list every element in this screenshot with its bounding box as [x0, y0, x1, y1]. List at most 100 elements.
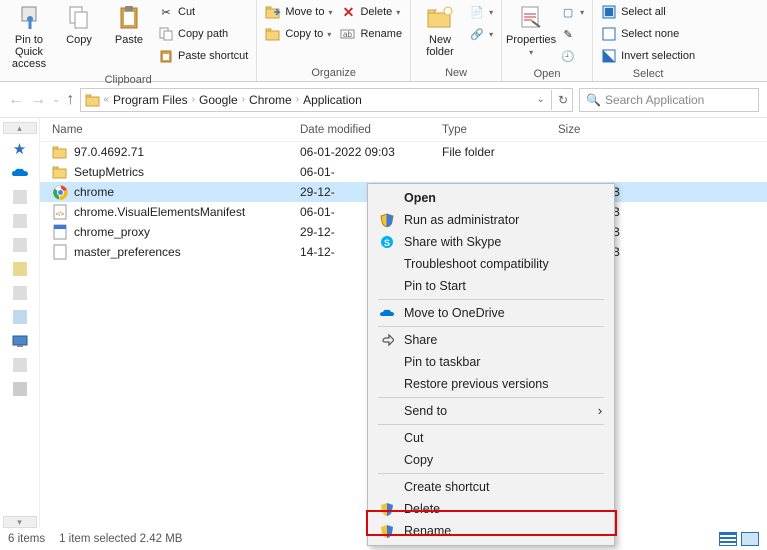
search-box[interactable]: 🔍 Search Application	[579, 88, 759, 112]
nav-history-dropdown[interactable]: ⌄	[52, 94, 60, 105]
properties-button[interactable]: Properties ▾	[508, 2, 554, 59]
ctx-restore[interactable]: Restore previous versions	[370, 373, 612, 395]
ctx-share[interactable]: Share	[370, 329, 612, 351]
copy-label: Copy	[66, 34, 92, 46]
paste-label: Paste	[115, 34, 143, 46]
svg-text:S: S	[384, 238, 390, 248]
ctx-troubleshoot[interactable]: Troubleshoot compatibility	[370, 253, 612, 275]
nav-back-button[interactable]: ←	[8, 91, 24, 109]
ctx-send-to[interactable]: Send to›	[370, 400, 612, 422]
address-dropdown[interactable]: ⌄	[537, 94, 545, 105]
ctx-open[interactable]: Open	[370, 187, 612, 209]
column-header-type[interactable]: Type	[442, 124, 558, 136]
sidebar-item[interactable]	[11, 236, 29, 254]
invert-selection-button[interactable]: Invert selection	[599, 46, 697, 66]
file-icon	[52, 164, 68, 180]
column-header-date[interactable]: Date modified	[300, 124, 442, 136]
history-icon: 🕘	[560, 48, 576, 64]
new-item-button[interactable]: 📄 ▾	[467, 2, 495, 22]
sidebar-scroll-up[interactable]: ▴	[3, 122, 37, 134]
copy-button[interactable]: Copy	[56, 2, 102, 48]
rename-button[interactable]: ab Rename	[338, 24, 404, 44]
ctx-share-skype[interactable]: S Share with Skype	[370, 231, 612, 253]
address-bar[interactable]: « Program Files › Google › Chrome › Appl…	[80, 88, 573, 112]
breadcrumb[interactable]: Google	[197, 93, 240, 107]
invert-selection-label: Invert selection	[621, 50, 695, 62]
sidebar-item[interactable]	[11, 356, 29, 374]
column-header-size[interactable]: Size	[558, 124, 628, 136]
ctx-move-onedrive[interactable]: Move to OneDrive	[370, 302, 612, 324]
sidebar-item[interactable]	[11, 380, 29, 398]
properties-label: Properties	[506, 34, 556, 46]
onedrive-item[interactable]	[11, 164, 29, 182]
ribbon-group-organize: Move to ▾ Copy to ▾ ✕ Delete ▾	[257, 0, 411, 81]
ctx-pin-start[interactable]: Pin to Start	[370, 275, 612, 297]
pin-to-quick-access-button[interactable]: Pin to Quick access	[6, 2, 52, 72]
new-item-icon: 📄	[469, 4, 485, 20]
sidebar-item[interactable]	[11, 212, 29, 230]
share-icon	[378, 332, 396, 348]
move-to-label: Move to	[285, 6, 324, 18]
select-all-button[interactable]: Select all	[599, 2, 697, 22]
file-name: chrome.VisualElementsManifest	[74, 205, 245, 219]
file-icon	[52, 224, 68, 240]
properties-icon	[517, 4, 545, 32]
delete-button[interactable]: ✕ Delete ▾	[338, 2, 404, 22]
ribbon-toolbar: Pin to Quick access Copy Paste ✂ Cut	[0, 0, 767, 82]
sidebar-item[interactable]	[11, 188, 29, 206]
ctx-cut[interactable]: Cut	[370, 427, 612, 449]
ctx-delete[interactable]: Delete	[370, 498, 612, 520]
sidebar-item[interactable]	[11, 332, 29, 350]
select-none-label: Select none	[621, 28, 679, 40]
easy-access-icon: 🔗	[469, 26, 485, 42]
status-selection: 1 item selected 2.42 MB	[59, 533, 182, 545]
open-group-label: Open	[508, 66, 586, 82]
clipboard-group-label: Clipboard	[6, 72, 250, 88]
view-large-button[interactable]	[741, 532, 759, 546]
breadcrumb[interactable]: Chrome	[247, 93, 294, 107]
sidebar-item[interactable]	[11, 284, 29, 302]
search-icon: 🔍	[586, 93, 601, 107]
nav-forward-button[interactable]: →	[30, 91, 46, 109]
rename-label: Rename	[360, 28, 402, 40]
sidebar-item[interactable]	[11, 260, 29, 278]
select-none-icon	[601, 26, 617, 42]
open-with-button[interactable]: ▢ ▾	[558, 2, 586, 22]
ctx-create-shortcut[interactable]: Create shortcut	[370, 476, 612, 498]
file-icon	[52, 244, 68, 260]
history-button[interactable]: 🕘	[558, 46, 586, 66]
ctx-run-as-admin[interactable]: Run as administrator	[370, 209, 612, 231]
move-to-button[interactable]: Move to ▾	[263, 2, 334, 22]
paste-shortcut-button[interactable]: Paste shortcut	[156, 46, 250, 66]
breadcrumb[interactable]: Program Files	[111, 93, 190, 107]
refresh-button[interactable]: ↻	[558, 93, 568, 107]
table-row[interactable]: 97.0.4692.7106-01-2022 09:03File folder	[40, 142, 767, 162]
column-header-name[interactable]: Name	[40, 124, 300, 136]
paste-icon	[115, 4, 143, 32]
copy-to-button[interactable]: Copy to ▾	[263, 24, 334, 44]
view-details-button[interactable]	[719, 532, 737, 546]
ctx-copy[interactable]: Copy	[370, 449, 612, 471]
sidebar-scroll-down[interactable]: ▾	[3, 516, 37, 528]
shield-icon	[378, 501, 396, 517]
edit-button[interactable]: ✎	[558, 24, 586, 44]
copy-path-icon	[158, 26, 174, 42]
file-icon	[52, 144, 68, 160]
quick-access-item[interactable]: ★	[11, 140, 29, 158]
easy-access-button[interactable]: 🔗 ▾	[467, 24, 495, 44]
select-none-button[interactable]: Select none	[599, 24, 697, 44]
copy-path-button[interactable]: Copy path	[156, 24, 250, 44]
move-to-icon	[265, 4, 281, 20]
copy-to-label: Copy to	[285, 28, 323, 40]
paste-shortcut-label: Paste shortcut	[178, 50, 248, 62]
breadcrumb[interactable]: Application	[301, 93, 364, 107]
nav-up-button[interactable]: ↑	[66, 91, 74, 109]
sidebar-item[interactable]	[11, 308, 29, 326]
ctx-pin-taskbar[interactable]: Pin to taskbar	[370, 351, 612, 373]
cut-button[interactable]: ✂ Cut	[156, 2, 250, 22]
new-folder-button[interactable]: New folder	[417, 2, 463, 60]
table-row[interactable]: SetupMetrics06-01-	[40, 162, 767, 182]
column-headers: Name Date modified Type Size	[40, 118, 767, 142]
cut-label: Cut	[178, 6, 195, 18]
paste-button[interactable]: Paste	[106, 2, 152, 48]
